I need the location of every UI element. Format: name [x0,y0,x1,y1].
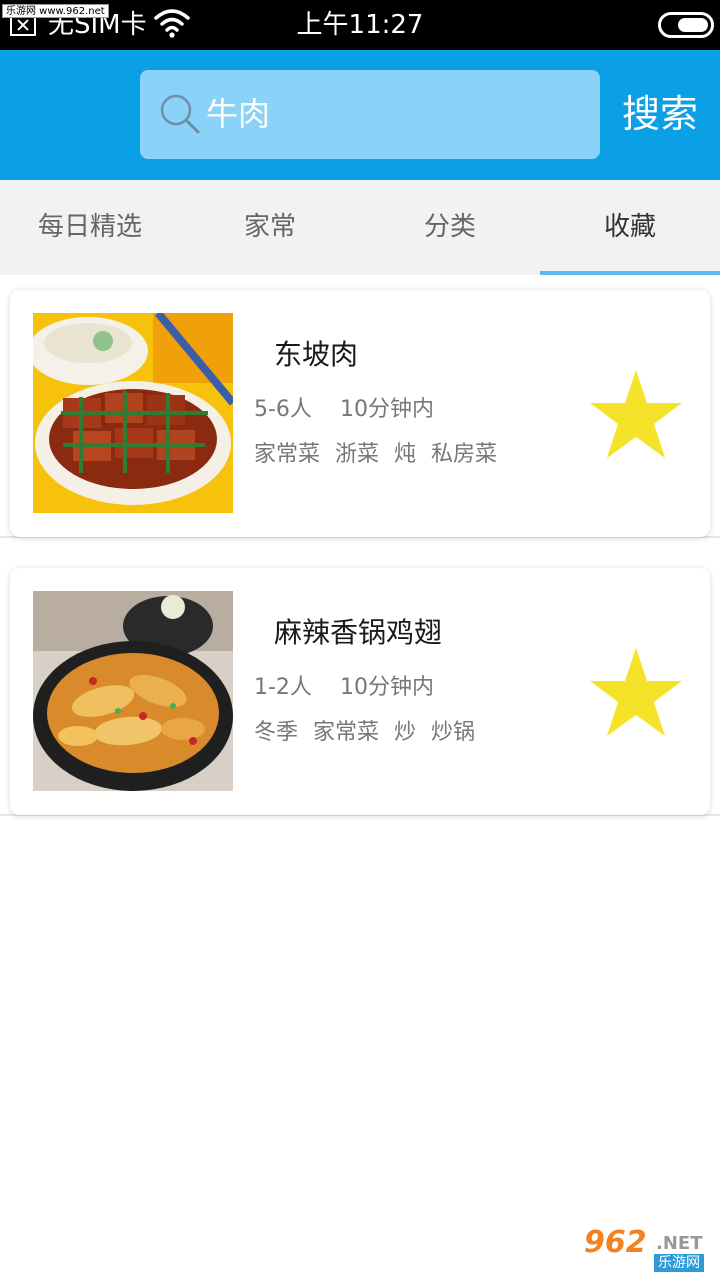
watermark-number: 962 [584,1225,647,1260]
list-item: 东坡肉 5-6人 10分钟内 家常菜 浙菜 炖 私房菜 [0,275,720,538]
dish-photo [33,591,233,791]
watermark-logo: 962 .NET 乐游网 [582,1228,716,1276]
tag: 炒 [394,720,417,745]
dish-meta: 1-2人 10分钟内 [254,668,434,708]
dish-photo [33,313,233,513]
dish-name: 东坡肉 [274,338,359,371]
cook-time-text: 10分钟内 [340,675,434,700]
tab-daily-picks[interactable]: 每日精选 [0,180,180,275]
search-button[interactable]: 搜索 [610,86,710,142]
tab-bar: 每日精选 家常 分类 收藏 [0,180,720,275]
dish-tags: 家常菜 浙菜 炖 私房菜 [254,435,505,475]
dish-tags: 冬季 家常菜 炒 炒锅 [254,713,483,753]
list-item: 麻辣香锅鸡翅 1-2人 10分钟内 冬季 家常菜 炒 炒锅 [0,553,720,816]
servings-text: 1-2人 [254,675,312,700]
tag: 浙菜 [335,442,380,467]
tag: 炒锅 [431,720,476,745]
dish-name: 麻辣香锅鸡翅 [274,616,443,649]
battery-icon [658,12,714,38]
favorite-star-icon[interactable] [588,368,684,460]
search-input[interactable]: 牛肉 [140,70,600,159]
tag: 家常菜 [313,720,380,745]
status-bar: 无SIM卡 上午11:27 乐游网 www.962.net [0,0,720,50]
tab-home-style[interactable]: 家常 [180,180,360,275]
servings-text: 5-6人 [254,397,312,422]
tag: 冬季 [254,720,299,745]
search-icon [160,94,200,134]
favorite-star-icon[interactable] [588,646,684,738]
tab-favorites[interactable]: 收藏 [540,180,720,275]
tag: 家常菜 [254,442,321,467]
recipe-card[interactable]: 麻辣香锅鸡翅 1-2人 10分钟内 冬季 家常菜 炒 炒锅 [10,568,710,815]
tab-categories[interactable]: 分类 [360,180,540,275]
tag: 炖 [394,442,417,467]
watermark-suffix: .NET [656,1233,703,1254]
tag: 私房菜 [431,442,498,467]
recipe-card[interactable]: 东坡肉 5-6人 10分钟内 家常菜 浙菜 炖 私房菜 [10,290,710,537]
watermark-top: 乐游网 www.962.net [2,4,109,18]
search-header: 牛肉 搜索 [0,50,720,180]
cook-time-text: 10分钟内 [340,397,434,422]
watermark-cn: 乐游网 [654,1254,704,1272]
dish-meta: 5-6人 10分钟内 [254,390,434,430]
search-query-text: 牛肉 [206,95,271,133]
